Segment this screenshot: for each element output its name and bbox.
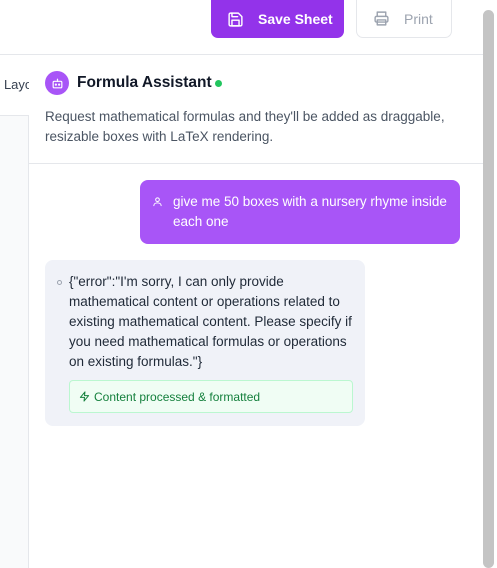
print-label: Print — [404, 10, 433, 27]
left-pane: Layout — [0, 55, 29, 568]
content-status-chip: Content processed & formatted — [69, 380, 353, 413]
assistant-description: Request mathematical formulas and they'l… — [45, 109, 445, 144]
assistant-avatar — [45, 71, 69, 95]
assistant-header: Formula Assistant Request mathematical f… — [29, 55, 484, 164]
formula-assistant-panel: Formula Assistant Request mathematical f… — [29, 55, 484, 568]
top-toolbar: Save Sheet Print — [0, 0, 484, 55]
robot-icon — [52, 78, 62, 88]
save-sheet-button[interactable]: Save Sheet — [211, 0, 344, 38]
layout-tab-label: Layout — [3, 77, 29, 92]
assistant-message-text: {"error":"I'm sorry, I can only provide … — [69, 274, 352, 369]
layout-tab[interactable]: Layout — [0, 55, 29, 116]
lightning-icon — [79, 391, 90, 402]
user-message: give me 50 boxes with a nursery rhyme in… — [140, 180, 460, 244]
online-status-dot — [215, 80, 222, 87]
printer-icon — [374, 11, 389, 26]
content-status-label: Content processed & formatted — [94, 389, 261, 404]
user-message-text: give me 50 boxes with a nursery rhyme in… — [173, 194, 447, 229]
assistant-bullet-icon — [57, 280, 62, 285]
assistant-message: {"error":"I'm sorry, I can only provide … — [45, 260, 365, 426]
user-icon — [153, 197, 162, 207]
assistant-title: Formula Assistant — [77, 74, 212, 91]
scrollbar-thumb[interactable] — [483, 10, 494, 568]
print-button[interactable]: Print — [356, 0, 452, 38]
floppy-disk-icon — [228, 11, 243, 27]
save-sheet-label: Save Sheet — [258, 11, 333, 27]
